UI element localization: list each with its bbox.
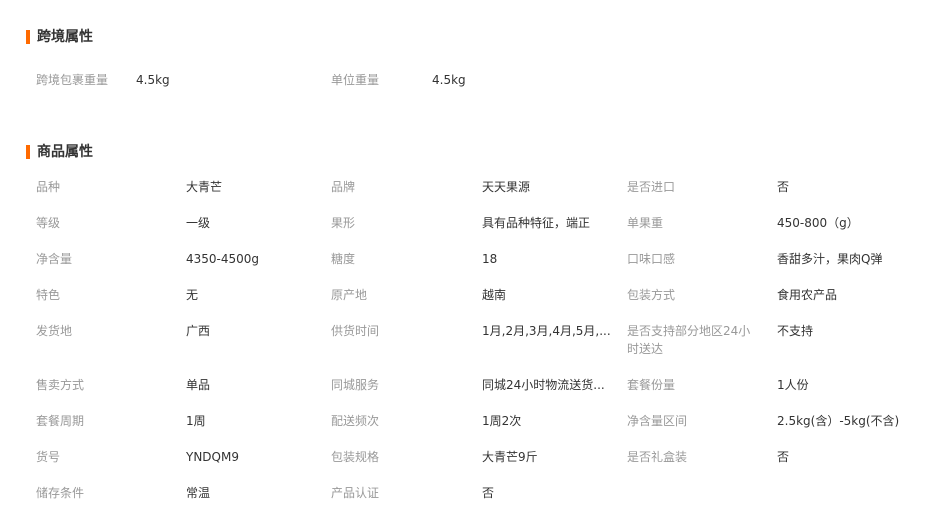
- attr-label: 售卖方式: [36, 378, 85, 392]
- attr-value: 常温: [186, 486, 211, 500]
- attr-value: 1周: [186, 414, 206, 428]
- attr-value: 1月,2月,3月,4月,5月,...: [482, 324, 611, 338]
- attr-label-unit-weight: 单位重量: [331, 73, 380, 87]
- attr-value: 同城24小时物流送货...: [482, 378, 605, 392]
- attr-label: 配送频次: [331, 414, 380, 428]
- section-accent-bar: [26, 145, 30, 159]
- attr-label: 货号: [36, 450, 61, 464]
- attr-label-package-weight: 跨境包裹重量: [36, 73, 109, 87]
- attr-label: 品种: [36, 180, 61, 194]
- attr-value: 天天果源: [482, 180, 531, 194]
- attr-label: 产品认证: [331, 486, 380, 500]
- attr-label: 净含量区间: [627, 414, 688, 428]
- attr-label: 是否礼盒装: [627, 450, 688, 464]
- attr-label: 糖度: [331, 252, 356, 266]
- attr-label: 包装规格: [331, 450, 380, 464]
- attr-value: 单品: [186, 378, 211, 392]
- attr-row: 售卖方式 单品 同城服务 同城24小时物流送货... 套餐份量 1人份: [0, 376, 945, 394]
- attr-label: 套餐份量: [627, 378, 676, 392]
- attr-label: 供货时间: [331, 324, 380, 338]
- attr-label: 包装方式: [627, 288, 676, 302]
- attr-label: 口味口感: [627, 252, 676, 266]
- attr-value: 否: [482, 486, 495, 500]
- attr-value-unit-weight: 4.5kg: [432, 73, 466, 87]
- attr-value: 不支持: [777, 324, 814, 338]
- attr-label: 等级: [36, 216, 61, 230]
- attr-value: 无: [186, 288, 199, 302]
- attr-value: 2.5kg(含）-5kg(不含): [777, 414, 900, 428]
- attr-label: 储存条件: [36, 486, 85, 500]
- attr-label: 发货地: [36, 324, 73, 338]
- attr-label: 是否进口: [627, 180, 676, 194]
- cross-border-row: 跨境包裹重量 4.5kg 单位重量 4.5kg: [0, 71, 945, 89]
- attr-value: 450-800（g）: [777, 216, 859, 230]
- attr-value: 否: [777, 450, 790, 464]
- attr-value: 香甜多汁，果肉Q弹: [777, 252, 883, 266]
- section-accent-bar: [26, 30, 30, 44]
- cross-border-title: 跨境属性: [37, 29, 93, 45]
- attr-label: 套餐周期: [36, 414, 85, 428]
- attr-row: 套餐周期 1周 配送频次 1周2次 净含量区间 2.5kg(含）-5kg(不含): [0, 412, 945, 430]
- attr-label: 特色: [36, 288, 61, 302]
- attr-label: 原产地: [331, 288, 368, 302]
- attr-value: 否: [777, 180, 790, 194]
- attr-value: 大青芒9斤: [482, 450, 538, 464]
- attr-value: 具有品种特征，端正: [482, 216, 591, 230]
- attr-label: 同城服务: [331, 378, 380, 392]
- attr-value: 大青芒: [186, 180, 223, 194]
- attr-label: 果形: [331, 216, 356, 230]
- attr-value: 广西: [186, 324, 211, 338]
- attr-row: 发货地 广西 供货时间 1月,2月,3月,4月,5月,... 是否支持部分地区2…: [0, 322, 945, 360]
- attr-label: 单果重: [627, 216, 664, 230]
- product-title: 商品属性: [37, 144, 93, 160]
- attr-value: 一级: [186, 216, 211, 230]
- attr-row: 净含量 4350-4500g 糖度 18 口味口感 香甜多汁，果肉Q弹: [0, 250, 945, 268]
- attr-row: 货号 YNDQM9 包装规格 大青芒9斤 是否礼盒装 否: [0, 448, 945, 466]
- attr-value: 1周2次: [482, 414, 522, 428]
- attr-value: YNDQM9: [186, 450, 239, 464]
- attr-label: 是否支持部分地区24小时送达: [627, 324, 751, 356]
- attr-row: 特色 无 原产地 越南 包装方式 食用农产品: [0, 286, 945, 304]
- attr-value: 1人份: [777, 378, 809, 392]
- attr-value: 18: [482, 252, 498, 266]
- attr-value: 4350-4500g: [186, 252, 260, 266]
- attr-label: 品牌: [331, 180, 356, 194]
- attr-label: 净含量: [36, 252, 73, 266]
- attr-row: 品种 大青芒 品牌 天天果源 是否进口 否: [0, 178, 945, 196]
- attr-value-package-weight: 4.5kg: [136, 73, 170, 87]
- attr-value: 越南: [482, 288, 507, 302]
- attr-row: 储存条件 常温 产品认证 否: [0, 484, 945, 502]
- attr-value: 食用农产品: [777, 288, 838, 302]
- attr-row: 等级 一级 果形 具有品种特征，端正 单果重 450-800（g）: [0, 214, 945, 232]
